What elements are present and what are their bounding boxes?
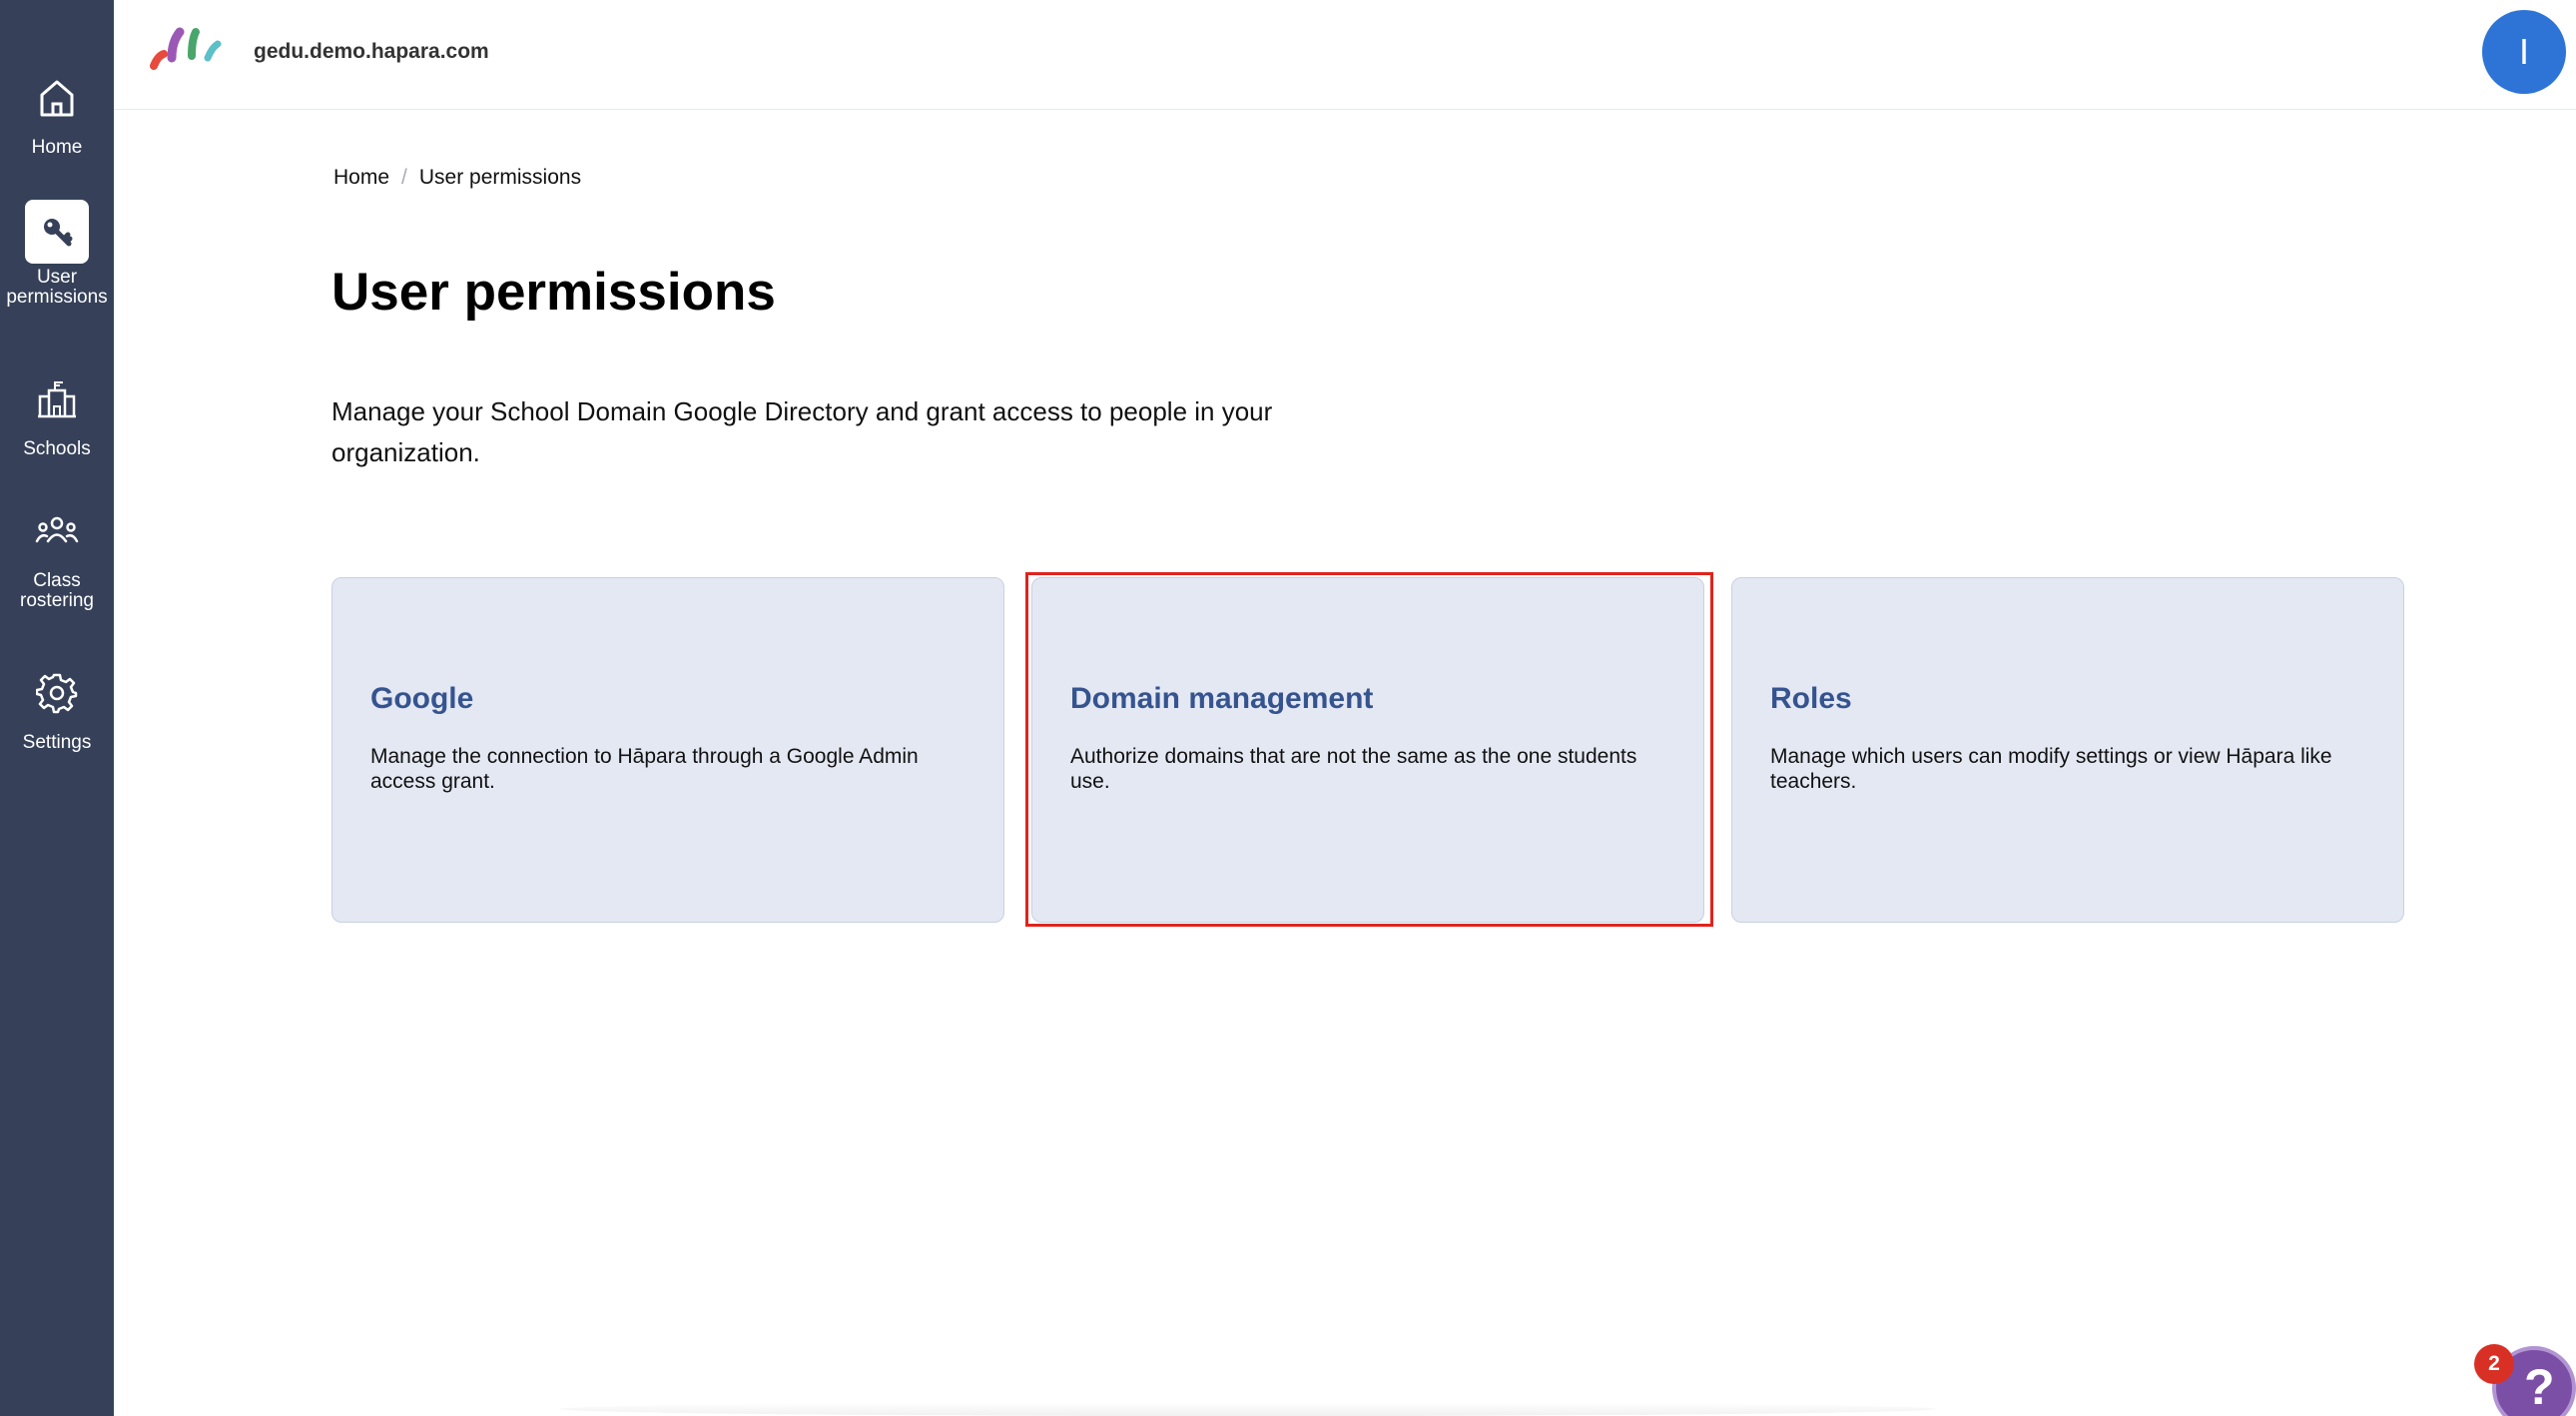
key-icon <box>25 200 89 264</box>
sidebar: Home User permissions Schools Class rost… <box>0 0 114 1416</box>
sidebar-item-settings[interactable]: Settings <box>0 661 114 753</box>
sidebar-item-label: Class rostering <box>20 570 94 611</box>
hapara-logo[interactable] <box>150 26 222 70</box>
top-header: gedu.demo.hapara.com I <box>114 0 2576 110</box>
domain-name: gedu.demo.hapara.com <box>254 40 489 63</box>
sidebar-item-label: User permissions <box>6 267 108 308</box>
user-avatar[interactable]: I <box>2482 10 2566 94</box>
breadcrumb-separator: / <box>401 166 407 189</box>
gear-icon <box>25 661 89 725</box>
sidebar-item-schools[interactable]: Schools <box>0 367 114 459</box>
bottom-shadow <box>559 1402 1937 1416</box>
card-google[interactable]: Google Manage the connection to Hāpara t… <box>331 577 1004 923</box>
page-description: Manage your School Domain Google Directo… <box>331 396 1273 467</box>
school-icon <box>25 367 89 431</box>
card-roles[interactable]: Roles Manage which users can modify sett… <box>1731 577 2404 923</box>
sidebar-item-home[interactable]: Home <box>0 66 114 158</box>
sidebar-item-label: Schools <box>23 438 91 459</box>
card-title: Google <box>370 682 474 715</box>
people-icon <box>25 499 89 563</box>
card-description: Manage which users can modify settings o… <box>1770 745 2332 793</box>
sidebar-item-label: Settings <box>22 732 92 753</box>
breadcrumb-current: User permissions <box>418 166 582 189</box>
sidebar-item-user-permissions[interactable]: User permissions <box>0 200 114 308</box>
breadcrumb-home-link[interactable]: Home <box>333 166 389 190</box>
card-domain-management[interactable]: Domain management Authorize domains that… <box>1031 577 1704 923</box>
card-title: Domain management <box>1070 682 1374 715</box>
sidebar-item-class-rostering[interactable]: Class rostering <box>0 499 114 611</box>
card-title: Roles <box>1770 682 1852 715</box>
breadcrumb: Home / User permissions <box>333 166 581 190</box>
card-description: Authorize domains that are not the same … <box>1070 745 1637 793</box>
home-icon <box>25 66 89 130</box>
page-title: User permissions <box>331 263 776 322</box>
notification-badge: 2 <box>2474 1344 2514 1384</box>
help-icon: ? <box>2524 1359 2555 1415</box>
sidebar-item-label: Home <box>31 137 83 158</box>
card-description: Manage the connection to Hāpara through … <box>370 745 919 793</box>
